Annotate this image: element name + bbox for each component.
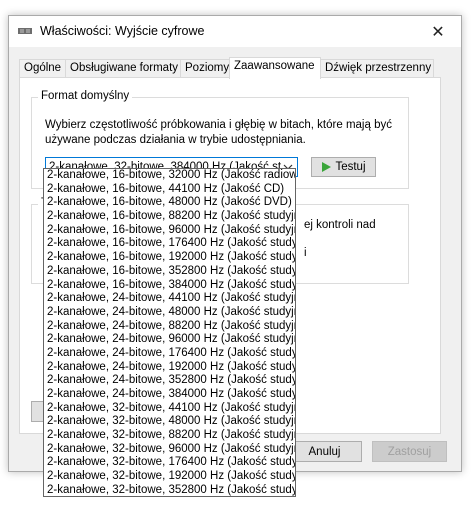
tab-advanced[interactable]: Zaawansowane (229, 57, 321, 79)
dropdown-option[interactable]: 2-kanałowe, 24-bitowe, 88200 Hz (Jakość … (44, 320, 295, 334)
dropdown-option[interactable]: 2-kanałowe, 24-bitowe, 176400 Hz (Jakość… (44, 347, 295, 361)
speaker-icon (18, 28, 32, 34)
tab-spatial-sound[interactable]: Dźwięk przestrzenny (320, 59, 434, 77)
dropdown-option[interactable]: 2-kanałowe, 24-bitowe, 48000 Hz (Jakość … (44, 306, 295, 320)
dropdown-option[interactable]: 2-kanałowe, 32-bitowe, 44100 Hz (Jakość … (44, 402, 295, 416)
dropdown-option[interactable]: 2-kanałowe, 32-bitowe, 48000 Hz (Jakość … (44, 415, 295, 429)
dropdown-option[interactable]: 2-kanałowe, 16-bitowe, 44100 Hz (Jakość … (44, 183, 295, 197)
tab-supported-formats[interactable]: Obsługiwane formaty (65, 59, 181, 77)
dropdown-option[interactable]: 2-kanałowe, 32-bitowe, 88200 Hz (Jakość … (44, 429, 295, 443)
exclusive-option-2-fragment: i (304, 247, 307, 259)
close-icon: ✕ (431, 23, 445, 41)
dropdown-option[interactable]: 2-kanałowe, 16-bitowe, 96000 Hz (Jakość … (44, 224, 295, 238)
dropdown-option[interactable]: 2-kanałowe, 16-bitowe, 88200 Hz (Jakość … (44, 210, 295, 224)
dropdown-option[interactable]: 2-kanałowe, 32-bitowe, 176400 Hz (Jakość… (44, 456, 295, 470)
dropdown-option[interactable]: 2-kanałowe, 16-bitowe, 32000 Hz (Jakość … (44, 169, 295, 183)
exclusive-option-1-fragment: ej kontroli nad (304, 219, 376, 231)
title-bar: Właściwości: Wyjście cyfrowe ✕ (9, 16, 461, 47)
dropdown-option[interactable]: 2-kanałowe, 24-bitowe, 96000 Hz (Jakość … (44, 333, 295, 347)
dropdown-option[interactable]: 2-kanałowe, 16-bitowe, 192000 Hz (Jakość… (44, 251, 295, 265)
dropdown-option[interactable]: 2-kanałowe, 16-bitowe, 176400 Hz (Jakość… (44, 237, 295, 251)
dropdown-option[interactable]: 2-kanałowe, 32-bitowe, 192000 Hz (Jakość… (44, 470, 295, 484)
dropdown-border (294, 169, 295, 496)
dropdown-option[interactable]: 2-kanałowe, 24-bitowe, 192000 Hz (Jakość… (44, 361, 295, 375)
cancel-button[interactable]: Anuluj (287, 441, 362, 462)
tab-general[interactable]: Ogólne (19, 59, 66, 77)
tab-levels[interactable]: Poziomy (180, 59, 230, 77)
close-button[interactable]: ✕ (415, 16, 461, 47)
tab-strip: Ogólne Obsługiwane formaty Poziomy Zaawa… (19, 57, 449, 79)
dropdown-option[interactable]: 2-kanałowe, 24-bitowe, 352800 Hz (Jakość… (44, 374, 295, 388)
dropdown-option[interactable]: 2-kanałowe, 16-bitowe, 352800 Hz (Jakość… (44, 265, 295, 279)
test-button-label: Testuj (335, 161, 366, 173)
format-dropdown-list[interactable]: 2-kanałowe, 16-bitowe, 32000 Hz (Jakość … (43, 168, 296, 497)
dropdown-option[interactable]: 2-kanałowe, 24-bitowe, 384000 Hz (Jakość… (44, 388, 295, 402)
dropdown-option[interactable]: 2-kanałowe, 24-bitowe, 44100 Hz (Jakość … (44, 292, 295, 306)
apply-button[interactable]: Zastosuj (372, 441, 447, 462)
dropdown-option[interactable]: 2-kanałowe, 32-bitowe, 96000 Hz (Jakość … (44, 443, 295, 457)
default-format-legend: Format domyślny (38, 90, 133, 102)
play-icon (322, 162, 332, 172)
default-format-description: Wybierz częstotliwość próbkowania i głęb… (45, 119, 392, 146)
window-title: Właściwości: Wyjście cyfrowe (40, 24, 205, 38)
test-button[interactable]: Testuj (311, 157, 376, 177)
dropdown-option[interactable]: 2-kanałowe, 16-bitowe, 384000 Hz (Jakość… (44, 279, 295, 293)
dropdown-option[interactable]: 2-kanałowe, 16-bitowe, 48000 Hz (Jakość … (44, 196, 295, 210)
dropdown-option[interactable]: 2-kanałowe, 32-bitowe, 352800 Hz (Jakość… (44, 484, 295, 496)
